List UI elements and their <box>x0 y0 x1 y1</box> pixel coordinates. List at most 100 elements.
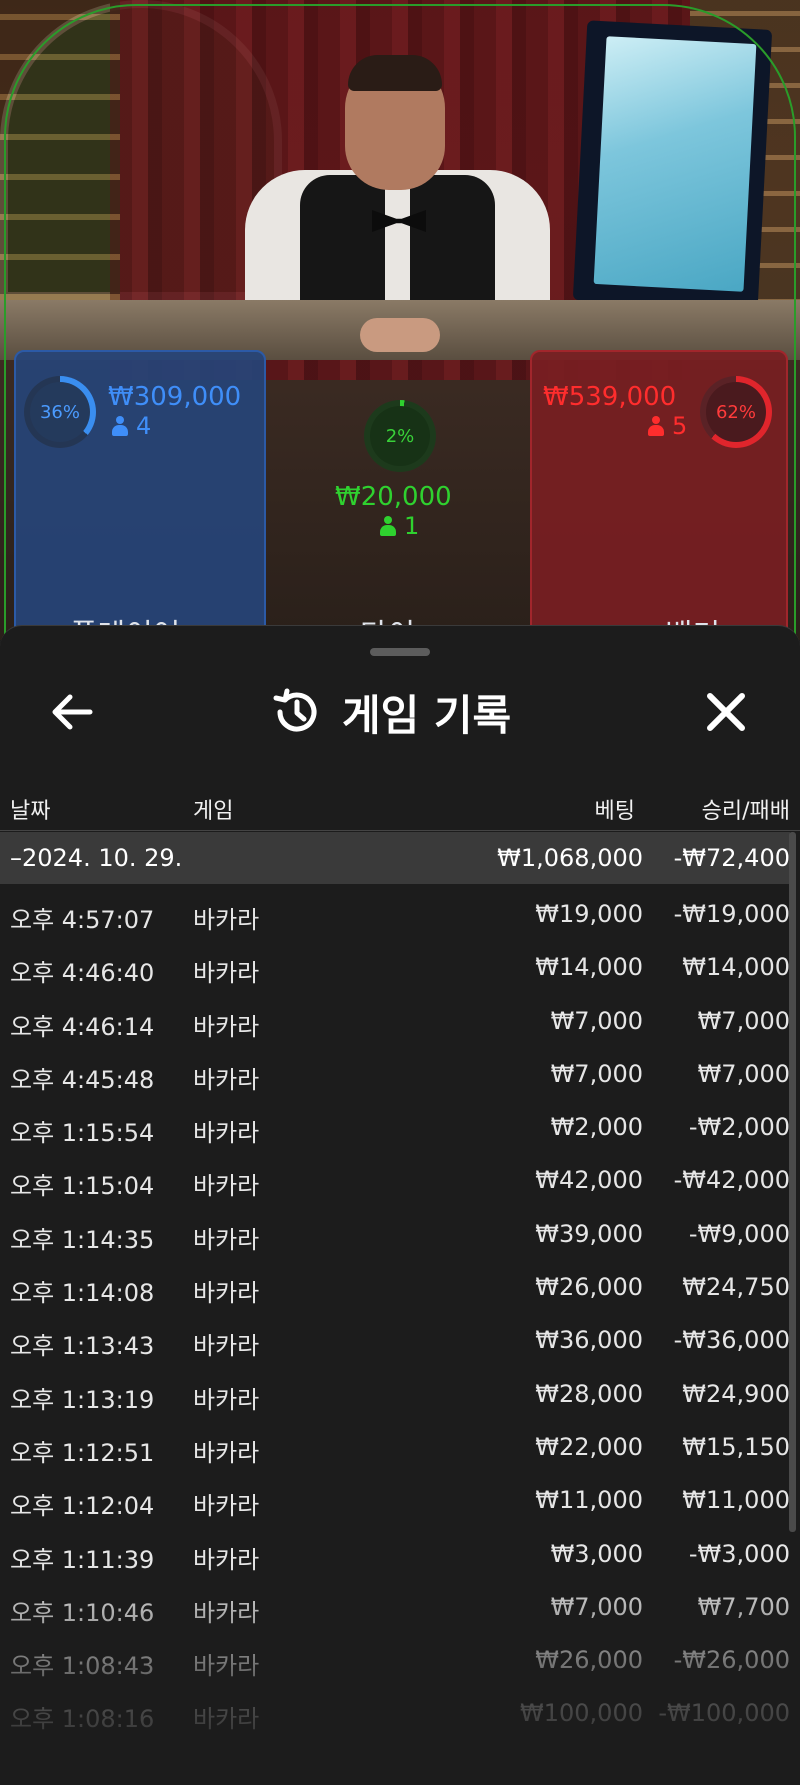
row-bet: ₩14,000 <box>535 953 643 982</box>
row-result: ₩11,000 <box>682 1486 790 1515</box>
player-percent: 36% <box>30 382 90 442</box>
row-game: 바카라 <box>193 1279 260 1308</box>
tie-percent: 2% <box>370 406 430 466</box>
person-icon <box>380 516 396 536</box>
sheet-drag-handle[interactable] <box>370 648 430 656</box>
row-time: 오후 1:08:16 <box>10 1705 155 1734</box>
row-game: 바카라 <box>193 1385 260 1414</box>
row-bet: ₩11,000 <box>535 1486 643 1515</box>
row-result: ₩14,000 <box>682 953 790 982</box>
close-icon <box>707 693 745 731</box>
row-game: 바카라 <box>193 1172 260 1201</box>
back-button[interactable] <box>46 686 98 738</box>
history-row[interactable]: 오후 1:15:54 바카라 ₩2,000 -₩2,000 <box>0 1101 790 1154</box>
row-game: 바카라 <box>193 1438 260 1467</box>
row-result: -₩9,000 <box>688 1219 790 1248</box>
tie-bettor-count: 1 <box>380 512 419 540</box>
sheet-header: 게임 기록 <box>0 666 800 756</box>
row-result: -₩2,000 <box>688 1113 790 1142</box>
row-bet: ₩42,000 <box>535 1166 643 1195</box>
row-time: 오후 1:08:43 <box>10 1652 155 1681</box>
row-time: 오후 1:12:04 <box>10 1492 155 1521</box>
row-bet: ₩7,000 <box>550 1006 643 1035</box>
history-row[interactable]: 오후 1:14:35 바카라 ₩39,000 -₩9,000 <box>0 1208 790 1261</box>
row-game: 바카라 <box>193 1012 260 1041</box>
player-bettor-count: 4 <box>112 412 151 440</box>
row-time: 오후 4:46:40 <box>10 959 155 988</box>
date-group-row[interactable]: –2024. 10. 29. ₩1,068,000 -₩72,400 <box>0 832 790 884</box>
history-row[interactable]: 오후 4:46:40 바카라 ₩14,000 ₩14,000 <box>0 941 790 994</box>
row-bet: ₩2,000 <box>550 1113 643 1142</box>
row-game: 바카라 <box>193 1492 260 1521</box>
tie-bet-zone[interactable] <box>0 0 796 636</box>
arrow-left-icon <box>52 694 93 730</box>
row-result: -₩36,000 <box>673 1326 790 1355</box>
date-group-bet-total: ₩1,068,000 <box>497 844 643 872</box>
history-row[interactable]: 오후 1:11:39 바카라 ₩3,000 -₩3,000 <box>0 1528 790 1581</box>
row-result: ₩24,900 <box>682 1379 790 1408</box>
history-icon <box>273 688 317 732</box>
table-header: 날짜 게임 베팅 승리/패배 <box>0 781 800 831</box>
sheet-title: 게임 기록 <box>270 684 511 740</box>
row-game: 바카라 <box>193 906 260 934</box>
row-time: 오후 1:15:04 <box>10 1172 155 1201</box>
person-icon <box>648 416 664 436</box>
sheet-title-text: 게임 기록 <box>342 690 512 740</box>
row-result: ₩7,000 <box>697 1006 790 1035</box>
header-divider <box>0 830 800 831</box>
game-history-sheet: 게임 기록 날짜 게임 베팅 승리/패배 –2024. 10. 29. ₩1,0… <box>0 625 800 1785</box>
row-time: 오후 1:15:54 <box>10 1119 155 1148</box>
history-row[interactable]: 오후 1:08:43 바카라 ₩26,000 -₩26,000 <box>0 1634 790 1687</box>
player-count-value: 4 <box>136 412 152 440</box>
row-result: ₩15,150 <box>682 1432 790 1461</box>
row-result: ₩7,700 <box>697 1592 790 1621</box>
row-bet: ₩26,000 <box>535 1646 643 1675</box>
history-row[interactable]: 오후 1:12:51 바카라 ₩22,000 ₩15,150 <box>0 1421 790 1474</box>
history-row[interactable]: 오후 1:12:04 바카라 ₩11,000 ₩11,000 <box>0 1474 790 1527</box>
row-bet: ₩26,000 <box>535 1273 643 1302</box>
banker-count-value: 5 <box>672 412 688 440</box>
row-time: 오후 4:46:14 <box>10 1012 155 1041</box>
tie-bet-amount: ₩20,000 <box>335 482 452 512</box>
banker-bet-amount: ₩539,000 <box>543 382 677 412</box>
row-time: 오후 1:14:35 <box>10 1225 155 1254</box>
column-date[interactable]: 날짜 <box>10 793 50 825</box>
row-result: -₩3,000 <box>688 1539 790 1568</box>
scrollbar[interactable] <box>789 832 796 1532</box>
date-group-result-total: -₩72,400 <box>673 844 790 872</box>
row-result: ₩7,000 <box>697 1059 790 1088</box>
history-row[interactable]: 오후 1:10:46 바카라 ₩7,000 ₩7,700 <box>0 1581 790 1634</box>
history-row[interactable]: 오후 1:13:19 바카라 ₩28,000 ₩24,900 <box>0 1368 790 1421</box>
row-time: 오후 1:12:51 <box>10 1438 155 1467</box>
row-time: 오후 4:57:07 <box>10 906 155 934</box>
close-button[interactable] <box>700 686 752 738</box>
banker-percent-ring: 62% <box>700 376 772 448</box>
row-time: 오후 1:13:19 <box>10 1385 155 1414</box>
row-game: 바카라 <box>193 1652 260 1681</box>
history-row[interactable]: 오후 4:45:48 바카라 ₩7,000 ₩7,000 <box>0 1048 790 1101</box>
player-bet-amount: ₩309,000 <box>108 382 242 412</box>
row-bet: ₩7,000 <box>550 1592 643 1621</box>
history-row[interactable]: 오후 1:13:43 바카라 ₩36,000 -₩36,000 <box>0 1314 790 1367</box>
row-time: 오후 4:45:48 <box>10 1065 155 1094</box>
row-game: 바카라 <box>193 1705 260 1734</box>
row-time: 오후 1:11:39 <box>10 1545 155 1574</box>
row-game: 바카라 <box>193 1332 260 1361</box>
row-game: 바카라 <box>193 959 260 988</box>
row-game: 바카라 <box>193 1065 260 1094</box>
column-result[interactable]: 승리/패배 <box>702 793 790 825</box>
player-percent-ring: 36% <box>24 376 96 448</box>
history-row[interactable]: 오후 1:15:04 바카라 ₩42,000 -₩42,000 <box>0 1154 790 1207</box>
history-row[interactable]: 오후 4:46:14 바카라 ₩7,000 ₩7,000 <box>0 995 790 1048</box>
row-result: -₩26,000 <box>673 1646 790 1675</box>
banker-percent: 62% <box>706 382 766 442</box>
history-row[interactable]: 오후 1:08:16 바카라 ₩100,000 -₩100,000 <box>0 1687 790 1740</box>
column-game[interactable]: 게임 <box>193 793 233 825</box>
row-bet: ₩7,000 <box>550 1059 643 1088</box>
history-row[interactable]: 오후 1:14:08 바카라 ₩26,000 ₩24,750 <box>0 1261 790 1314</box>
column-bet[interactable]: 베팅 <box>595 793 635 825</box>
row-game: 바카라 <box>193 1545 260 1574</box>
history-row[interactable]: 오후 4:57:07 바카라 ₩19,000 -₩19,000 <box>0 888 790 941</box>
row-time: 오후 1:10:46 <box>10 1598 155 1627</box>
row-result: -₩19,000 <box>673 900 790 928</box>
